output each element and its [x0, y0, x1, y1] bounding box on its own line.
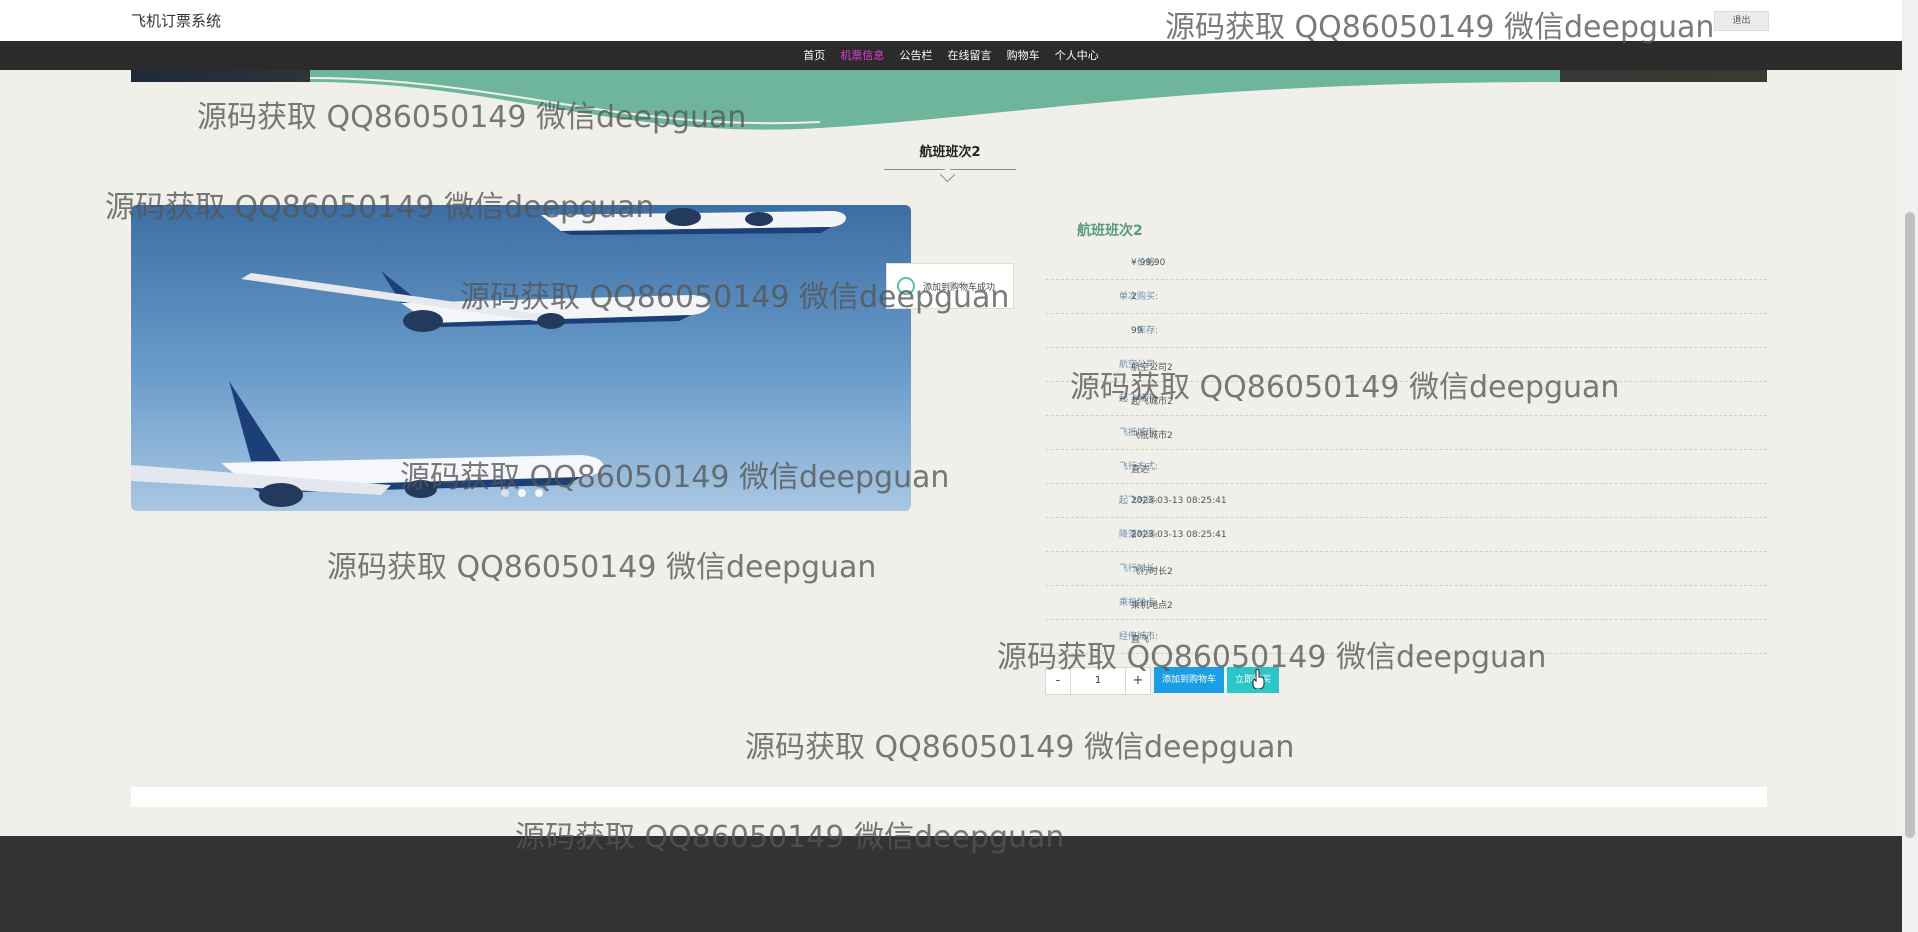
- field-label: 单次购买:: [1118, 292, 1158, 302]
- field-value: 航空公司2: [1131, 363, 1173, 373]
- airplane-image: [131, 205, 911, 511]
- field-value: 直飞: [1131, 635, 1150, 645]
- field-value: 99: [1131, 326, 1143, 336]
- quantity-decrease-button[interactable]: -: [1046, 668, 1071, 694]
- watermark: 源码获取 QQ86050149 微信deepguan: [327, 550, 877, 585]
- field-value: 2023-03-13 08:25:41: [1131, 530, 1227, 540]
- carousel-dot[interactable]: [501, 489, 509, 497]
- content-bottom-bar: [131, 787, 1767, 807]
- field-single-purchase: 单次购买: 2: [1046, 279, 1767, 314]
- field-value: 2023-03-13 08:25:41: [1131, 496, 1227, 506]
- nav-item-tickets[interactable]: 机票信息: [840, 41, 884, 70]
- logout-button[interactable]: 退出: [1714, 11, 1769, 31]
- add-to-cart-button[interactable]: 添加到购物车: [1154, 667, 1224, 693]
- field-value: 飞行时长2: [1131, 567, 1173, 577]
- toast-message: 添加到购物车成功: [923, 283, 996, 293]
- top-bar: 飞机订票系统 退出: [0, 0, 1918, 41]
- field-departure-time: 起飞时间: 2023-03-13 08:25:41: [1046, 483, 1767, 518]
- decorative-wave: [309, 70, 1560, 130]
- field-value: 起飞城市2: [1131, 397, 1173, 407]
- field-value: 飞抵城市2: [1131, 431, 1173, 441]
- field-departure-city: 起飞城市: 起飞城市2: [1046, 381, 1767, 416]
- carousel-dot[interactable]: [518, 489, 527, 497]
- section-title: 航班班次2: [919, 145, 981, 160]
- success-toast: 添加到购物车成功: [886, 263, 1014, 309]
- footer: [0, 836, 1902, 932]
- main-nav: 首页 机票信息 公告栏 在线留言 购物车 个人中心: [0, 41, 1902, 70]
- quantity-stepper: - 1 +: [1045, 667, 1151, 695]
- field-value: 直达: [1131, 465, 1150, 475]
- carousel-dot[interactable]: [535, 489, 544, 497]
- nav-item-cart[interactable]: 购物车: [1007, 41, 1040, 70]
- carousel-indicators: [501, 482, 547, 501]
- field-price: 价格: ¥ 99.90: [1046, 245, 1767, 280]
- site-title: 飞机订票系统: [131, 12, 222, 30]
- product-image-carousel[interactable]: [131, 205, 911, 511]
- field-landing-time: 降落时间: 2023-03-13 08:25:41: [1046, 517, 1767, 552]
- page-scrollbar[interactable]: [1902, 0, 1918, 932]
- watermark: 源码获取 QQ86050149 微信deepguan: [745, 730, 1295, 765]
- field-flight-duration: 飞行时长: 飞行时长2: [1046, 551, 1767, 586]
- field-stock: 库存: 99: [1046, 313, 1767, 348]
- quantity-input[interactable]: 1: [1071, 668, 1125, 694]
- nav-item-announcements[interactable]: 公告栏: [899, 41, 932, 70]
- field-arrival-city: 飞抵城市: 飞抵城市2: [1046, 415, 1767, 450]
- field-airline: 航空公司: 航空公司2: [1046, 347, 1767, 382]
- hand-cursor-icon: [1252, 669, 1265, 689]
- nav-item-home[interactable]: 首页: [803, 41, 825, 70]
- field-boarding-location: 乘机地点: 乘机地点2: [1046, 585, 1767, 620]
- nav-item-messages[interactable]: 在线留言: [948, 41, 992, 70]
- scrollbar-thumb[interactable]: [1905, 212, 1915, 838]
- smile-icon: [897, 277, 915, 295]
- field-flight-type: 飞行方式: 直达: [1046, 449, 1767, 484]
- field-stopover-city: 经停城市: 直飞: [1046, 619, 1767, 654]
- nav-item-profile[interactable]: 个人中心: [1055, 41, 1099, 70]
- product-name: 航班班次2: [1077, 223, 1143, 239]
- field-value: 乘机地点2: [1131, 601, 1173, 611]
- field-value: 2: [1131, 292, 1137, 302]
- field-value: ¥ 99.90: [1131, 258, 1166, 268]
- quantity-increase-button[interactable]: +: [1125, 668, 1150, 694]
